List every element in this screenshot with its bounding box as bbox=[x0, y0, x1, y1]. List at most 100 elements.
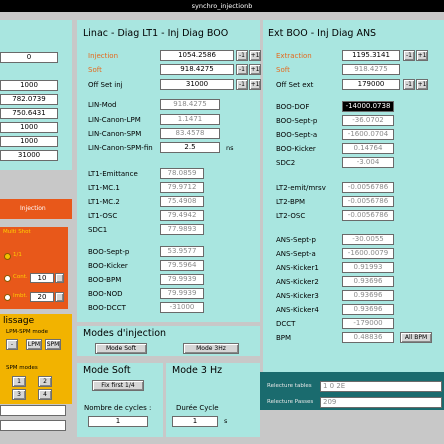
ext-row-value: -36.0702 bbox=[342, 115, 394, 126]
mode-3hz-title: Mode 3 Hz bbox=[172, 365, 223, 376]
ext-row-label: BOO-Kicker bbox=[276, 145, 316, 153]
ext-soft-row-label: Soft bbox=[276, 66, 290, 74]
ext-soft-value: 918.4275 bbox=[342, 64, 400, 75]
radio-imbt[interactable] bbox=[4, 294, 11, 301]
offset-ext-label: Off Set ext bbox=[276, 81, 314, 89]
ext-row-label: ANS-Kicker3 bbox=[276, 292, 319, 300]
offset-inj-label: Off Set inj bbox=[88, 81, 123, 89]
offset-ext-minus-button[interactable]: -1 bbox=[403, 79, 415, 90]
ext-row-value: -0.0056786 bbox=[342, 210, 394, 221]
ext-row-label: ANS-Sept-a bbox=[276, 250, 316, 258]
linac-row-label: LT1-Emittance bbox=[88, 170, 138, 178]
spm-button[interactable]: SPM bbox=[45, 339, 61, 350]
offset-ext-plus-button[interactable]: +1 bbox=[416, 79, 428, 90]
duree-cycle-value[interactable]: 1 bbox=[172, 416, 218, 427]
left-value-4[interactable]: 1000 bbox=[0, 122, 58, 133]
linac-row-unit: ns bbox=[226, 144, 234, 152]
lpm-button[interactable]: LPM bbox=[26, 339, 42, 350]
linac-row-value[interactable]: 2.5 bbox=[160, 142, 220, 153]
ext-row-label: BPM bbox=[276, 334, 292, 342]
soft-minus-button[interactable]: -1 bbox=[236, 64, 248, 75]
recture-passes-label: Relecture Passes bbox=[267, 399, 314, 405]
mode-3hz-button[interactable]: Mode 3Hz bbox=[183, 343, 239, 354]
ext-row-label: DCCT bbox=[276, 320, 296, 328]
soft-value[interactable]: 918.4275 bbox=[160, 64, 234, 75]
cont-spin[interactable] bbox=[55, 273, 64, 283]
mode-soft-button[interactable]: Mode Soft bbox=[95, 343, 147, 354]
offset-ext-value[interactable]: 179000 bbox=[342, 79, 400, 90]
linac-row-label: BOO-DCCT bbox=[88, 304, 126, 312]
ext-row-value: 0.93696 bbox=[342, 276, 394, 287]
linac-row-value: 83.4578 bbox=[160, 128, 220, 139]
offset-plus-button[interactable]: +1 bbox=[249, 79, 261, 90]
ext-row-value: -0.0056786 bbox=[342, 182, 394, 193]
radio-1-1[interactable] bbox=[4, 253, 11, 260]
duree-cycle-unit: s bbox=[224, 417, 228, 425]
injection-value[interactable]: 1054.2586 bbox=[160, 50, 234, 61]
left-value-6[interactable]: 31000 bbox=[0, 150, 58, 161]
ext-row-value[interactable]: -14000.0738 bbox=[342, 101, 394, 112]
cycles-label: Nombre de cycles : bbox=[84, 404, 152, 412]
ext-row-label: LT2-BPM bbox=[276, 198, 306, 206]
cycles-value[interactable]: 1 bbox=[88, 416, 148, 427]
ext-row-label: LT2-OSC bbox=[276, 212, 306, 220]
linac-row-value: 79.9939 bbox=[160, 288, 204, 299]
linac-row-value: 1.1471 bbox=[160, 114, 220, 125]
spm-mode-2-button[interactable]: 2 bbox=[38, 376, 52, 387]
linac-row-value: 75.4908 bbox=[160, 196, 204, 207]
ext-row-label: SDC2 bbox=[276, 159, 296, 167]
all-bpm-button[interactable]: All BPM bbox=[400, 332, 432, 343]
ext-row-value: 0.91993 bbox=[342, 262, 394, 273]
left-value-0[interactable]: 0 bbox=[0, 52, 58, 63]
soft-row-label: Soft bbox=[88, 66, 102, 74]
imbt-value[interactable]: 20 bbox=[30, 292, 54, 302]
ext-row-value: -3.004 bbox=[342, 157, 394, 168]
injection-plus-button[interactable]: +1 bbox=[249, 50, 261, 61]
left-value-1[interactable]: 1000 bbox=[0, 80, 58, 91]
radio-cont-label: Cont. bbox=[13, 274, 28, 280]
extraction-plus-button[interactable]: +1 bbox=[416, 50, 428, 61]
ext-row-label: ANS-Kicker2 bbox=[276, 278, 319, 286]
imbt-spin[interactable] bbox=[55, 292, 64, 302]
cont-value[interactable]: 10 bbox=[30, 273, 54, 283]
linac-row-value: 79.4942 bbox=[160, 210, 204, 221]
left-value-5[interactable]: 1000 bbox=[0, 136, 58, 147]
linac-row-value: 77.9893 bbox=[160, 224, 204, 235]
ext-row-label: BOO-Sept-p bbox=[276, 117, 318, 125]
left-value-3[interactable]: 750.6431 bbox=[0, 108, 58, 119]
linac-row-label: LT1-MC.1 bbox=[88, 184, 120, 192]
spm-mode-3-button[interactable]: 3 bbox=[12, 389, 26, 400]
ext-row-value: -1600.0079 bbox=[342, 248, 394, 259]
recture-tables-value: 1 0 2E bbox=[320, 381, 442, 392]
ext-row-value: 0.48836 bbox=[342, 332, 394, 343]
multi-shot-label: Multi Shot bbox=[3, 229, 31, 235]
spm-mode-1-button[interactable]: 1 bbox=[12, 376, 26, 387]
ext-row-value: -30.0055 bbox=[342, 234, 394, 245]
ext-row-label: LT2-emit/mrsv bbox=[276, 184, 326, 192]
lissage-minus-button[interactable]: - bbox=[6, 339, 18, 350]
linac-row-value: 79.9712 bbox=[160, 182, 204, 193]
ext-row-value: 0.93696 bbox=[342, 304, 394, 315]
injection-minus-button[interactable]: -1 bbox=[236, 50, 248, 61]
left-value-2[interactable]: 782.0739 bbox=[0, 94, 58, 105]
ext-row-label: BOO-DOF bbox=[276, 103, 310, 111]
radio-1-1-label: 1/1 bbox=[13, 252, 22, 258]
linac-row-label: LT1-OSC bbox=[88, 212, 118, 220]
linac-row-value: 79.9939 bbox=[160, 274, 204, 285]
linac-row-label: LIN-Canon-LPM bbox=[88, 116, 141, 124]
offset-minus-button[interactable]: -1 bbox=[236, 79, 248, 90]
ext-title: Ext BOO - Inj Diag ANS bbox=[268, 28, 377, 39]
soft-plus-button[interactable]: +1 bbox=[249, 64, 261, 75]
linac-row-label: LT1-MC.2 bbox=[88, 198, 120, 206]
linac-row-value: 78.0859 bbox=[160, 168, 204, 179]
ext-row-label: ANS-Kicker4 bbox=[276, 306, 319, 314]
fix-first-button[interactable]: Fix first 1/4 bbox=[92, 380, 144, 391]
extraction-value[interactable]: 1195.3141 bbox=[342, 50, 400, 61]
offset-inj-value[interactable]: 31000 bbox=[160, 79, 234, 90]
spm-mode-4-button[interactable]: 4 bbox=[38, 389, 52, 400]
lpm-spm-mode-label: LPM-SPM mode bbox=[6, 329, 49, 335]
radio-cont[interactable] bbox=[4, 275, 11, 282]
linac-row-label: LIN-Mod bbox=[88, 101, 117, 109]
extraction-minus-button[interactable]: -1 bbox=[403, 50, 415, 61]
ext-row-label: ANS-Kicker1 bbox=[276, 264, 319, 272]
